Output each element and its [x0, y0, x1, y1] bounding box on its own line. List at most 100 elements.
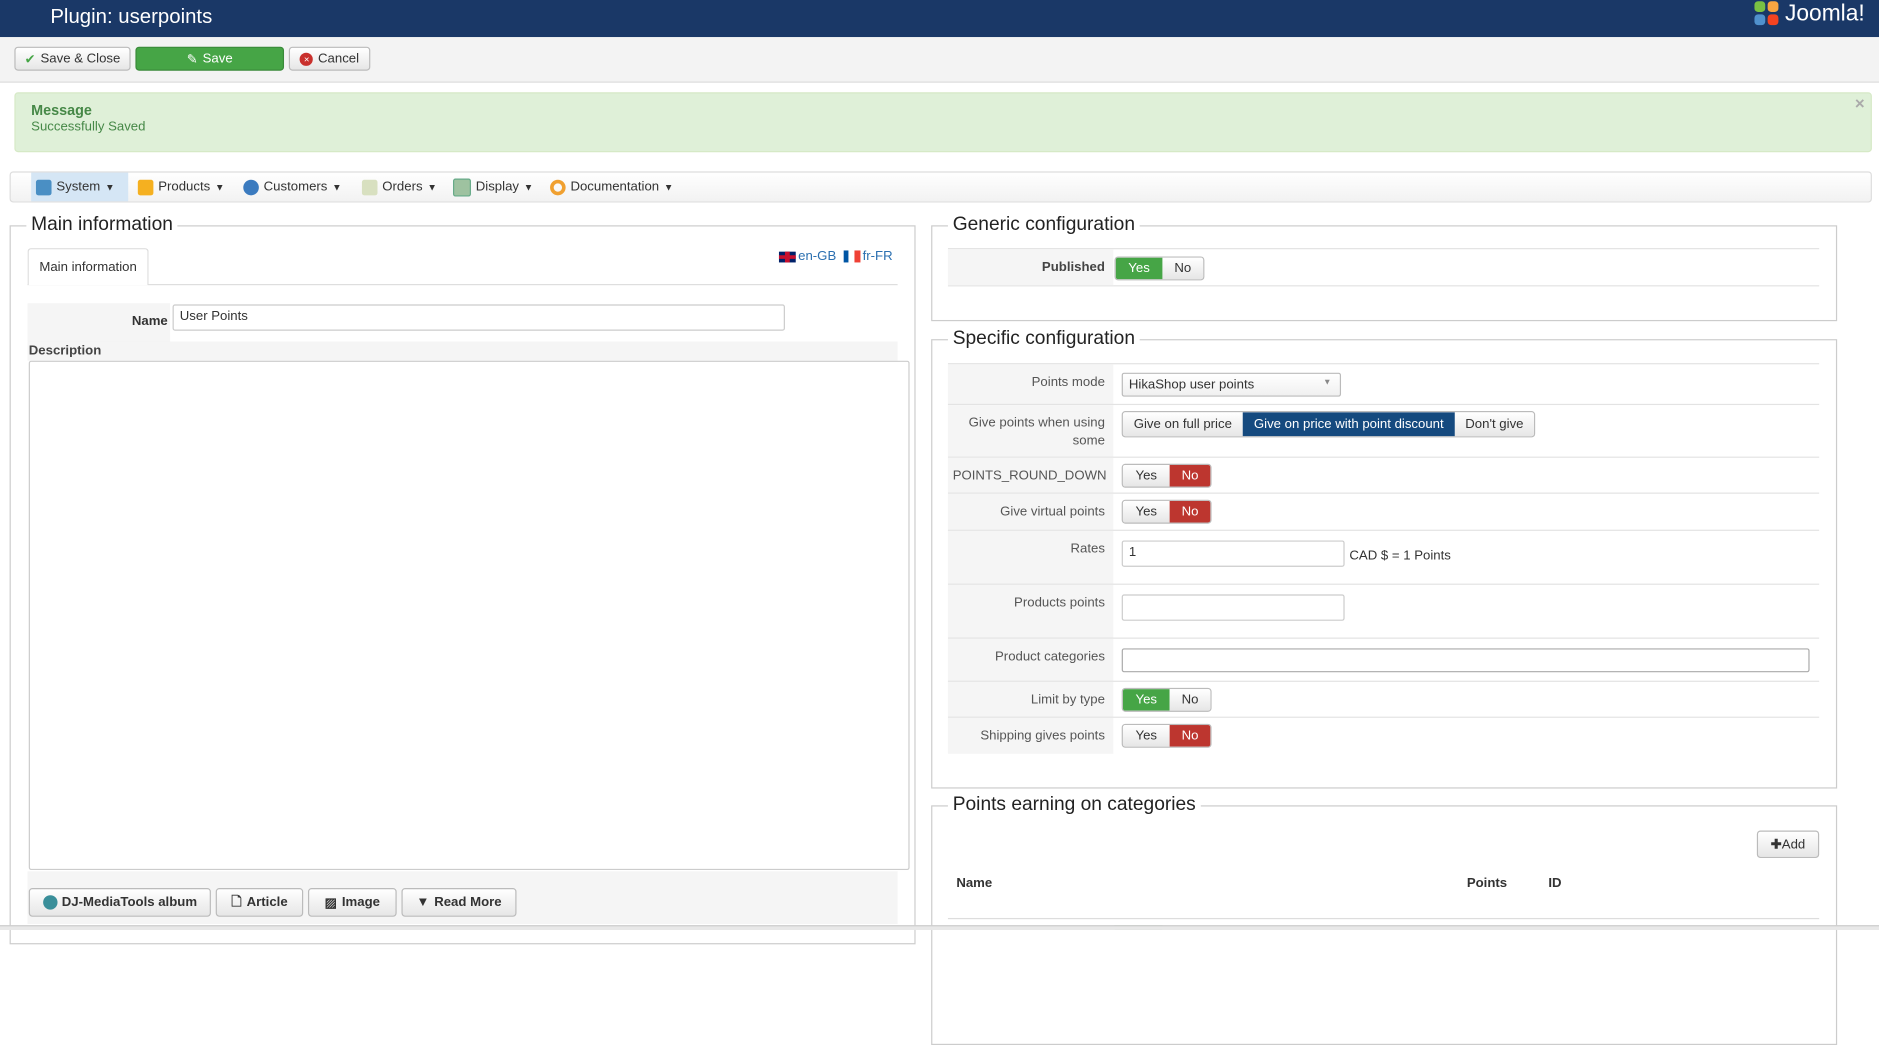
save-label: Save: [202, 51, 233, 66]
give-points-options[interactable]: Give on full price Give on price with poi…: [1121, 411, 1536, 438]
name-label: Name: [27, 303, 171, 342]
toggle-yes[interactable]: Yes: [1122, 464, 1170, 487]
cancel-button[interactable]: × Cancel: [288, 46, 371, 71]
tab-main-information[interactable]: Main information: [27, 248, 149, 286]
description-label: Description: [27, 341, 898, 361]
chevron-down-icon: ▼: [416, 895, 430, 910]
round-down-label: POINTS_ROUND_DOWN: [947, 457, 1114, 494]
main-info-legend: Main information: [26, 214, 178, 237]
lang-fr-link[interactable]: fr-FR: [863, 249, 893, 263]
help-icon: [550, 179, 566, 195]
language-switcher: en-GB fr-FR: [778, 249, 893, 264]
virtual-points-label: Give virtual points: [947, 493, 1114, 531]
article-button[interactable]: 🗋 Article: [215, 888, 304, 917]
menu-customers[interactable]: Customers ▼: [238, 173, 346, 202]
toolbar: ✔ Save & Close ✎ Save × Cancel: [0, 37, 1879, 83]
shipping-points-row: Shipping gives points Yes No: [947, 716, 1820, 754]
button-label: Article: [246, 895, 288, 910]
cancel-icon: ×: [300, 52, 314, 66]
rates-input[interactable]: 1: [1121, 540, 1345, 567]
toggle-no[interactable]: No: [1169, 464, 1211, 487]
message-text: Successfully Saved: [31, 119, 146, 135]
products-points-row: Products points: [947, 583, 1820, 639]
save-close-label: Save & Close: [40, 51, 121, 66]
display-icon: [452, 177, 471, 196]
logo-text: Joomla!: [1784, 1, 1865, 27]
description-editor[interactable]: [28, 360, 910, 871]
media-icon: [42, 895, 57, 910]
image-button[interactable]: ▨ Image: [307, 888, 397, 917]
virtual-points-toggle[interactable]: Yes No: [1121, 499, 1212, 524]
menu-label: Display: [475, 179, 520, 195]
points-mode-select[interactable]: HikaShop user points ▼: [1121, 372, 1342, 397]
plus-icon: ✚: [1770, 837, 1782, 853]
product-categories-label: Product categories: [947, 638, 1114, 682]
users-icon: [243, 179, 259, 195]
products-points-input[interactable]: [1121, 594, 1345, 621]
lang-en-link[interactable]: en-GB: [798, 249, 836, 263]
menu-orders[interactable]: Orders ▼: [357, 173, 442, 202]
col-id-header[interactable]: ID: [1548, 876, 1561, 890]
toggle-yes[interactable]: Yes: [1122, 500, 1170, 523]
name-input[interactable]: User Points: [172, 304, 785, 331]
give-points-label: Give points when using some: [947, 405, 1114, 458]
menu-products[interactable]: Products ▼: [133, 173, 229, 202]
product-categories-row: Product categories: [947, 637, 1820, 682]
limit-by-type-label: Limit by type: [947, 681, 1114, 718]
tab-label: Main information: [39, 260, 137, 275]
cancel-label: Cancel: [318, 51, 360, 66]
round-down-row: POINTS_ROUND_DOWN Yes No: [947, 456, 1820, 494]
categories-legend: Points earning on categories: [947, 794, 1201, 817]
shipping-points-toggle[interactable]: Yes No: [1121, 723, 1212, 748]
caret-icon: ▼: [663, 181, 674, 193]
toggle-yes[interactable]: Yes: [1122, 689, 1170, 711]
menu-label: Customers: [263, 179, 328, 195]
published-yes[interactable]: Yes: [1115, 257, 1163, 280]
caret-icon: ▼: [427, 181, 437, 193]
generic-legend: Generic configuration: [947, 214, 1140, 237]
box-icon: [137, 179, 154, 195]
shipping-points-label: Shipping gives points: [947, 717, 1114, 754]
toggle-no[interactable]: No: [1169, 725, 1211, 747]
give-points-row: Give points when using some Give on full…: [947, 403, 1820, 458]
select-value: HikaShop user points: [1128, 377, 1255, 392]
close-icon[interactable]: ×: [1855, 93, 1865, 112]
fr-flag-icon: [843, 250, 861, 263]
points-mode-label: Points mode: [947, 364, 1114, 406]
button-label: Image: [341, 895, 381, 910]
save-button[interactable]: ✎ Save: [135, 46, 285, 71]
limit-by-type-toggle[interactable]: Yes No: [1121, 687, 1212, 712]
toggle-no[interactable]: No: [1169, 689, 1211, 711]
menu-documentation[interactable]: Documentation ▼: [545, 173, 678, 202]
menu-label: Orders: [382, 179, 423, 195]
menu-display[interactable]: Display ▼: [448, 173, 538, 202]
chevron-down-icon: ▼: [1323, 378, 1332, 388]
give-full-price[interactable]: Give on full price: [1122, 412, 1243, 437]
file-add-icon: 🗋: [231, 894, 242, 909]
published-row: Published Yes No: [947, 248, 1820, 287]
dont-give[interactable]: Don't give: [1454, 412, 1534, 437]
check-icon: ✔: [24, 52, 36, 67]
save-close-button[interactable]: ✔ Save & Close: [14, 46, 131, 71]
button-label: DJ-MediaTools album: [61, 895, 198, 910]
product-categories-input[interactable]: [1121, 648, 1810, 673]
col-points-header[interactable]: Points: [1467, 876, 1507, 890]
toggle-no[interactable]: No: [1169, 500, 1211, 523]
read-more-button[interactable]: ▼ Read More: [401, 888, 517, 917]
specific-legend: Specific configuration: [947, 328, 1140, 350]
add-category-button[interactable]: ✚ Add: [1756, 830, 1820, 859]
edit-icon: ✎: [186, 52, 198, 67]
dj-mediatools-button[interactable]: DJ-MediaTools album: [28, 888, 211, 917]
rates-label: Rates: [947, 530, 1114, 585]
wrench-icon: [35, 179, 52, 195]
message-heading: Message: [31, 101, 92, 119]
menu-label: Products: [158, 179, 211, 195]
give-discount-price[interactable]: Give on price with point discount: [1242, 412, 1455, 437]
published-no[interactable]: No: [1162, 257, 1204, 280]
button-label: Read More: [434, 895, 502, 910]
round-down-toggle[interactable]: Yes No: [1121, 463, 1212, 488]
published-toggle[interactable]: Yes No: [1114, 256, 1205, 281]
menu-system[interactable]: System ▼: [31, 172, 129, 202]
toggle-yes[interactable]: Yes: [1122, 725, 1170, 747]
col-name-header[interactable]: Name: [956, 876, 992, 890]
